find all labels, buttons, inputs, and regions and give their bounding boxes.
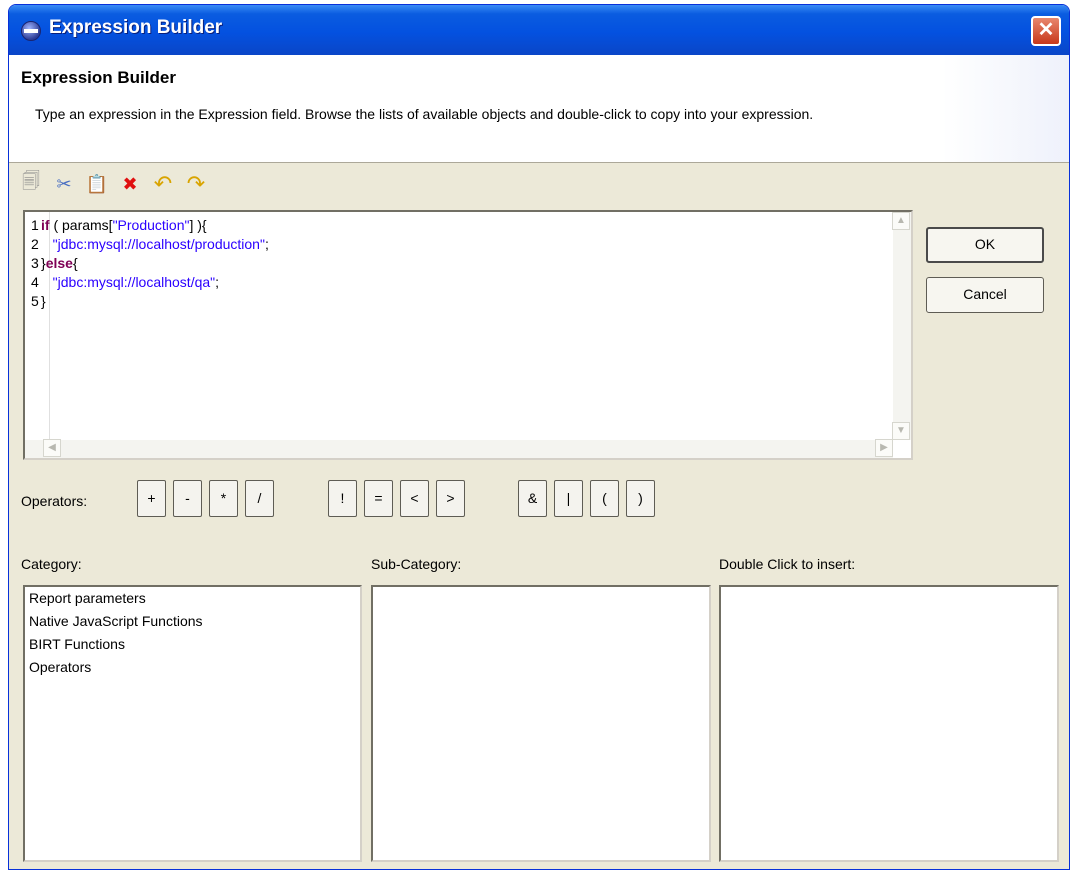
- code-line[interactable]: 3}else{: [31, 254, 269, 273]
- category-list[interactable]: Report parameters Native JavaScript Func…: [23, 585, 362, 862]
- list-item-report-parameters[interactable]: Report parameters: [25, 587, 360, 610]
- operator-greater-than-button[interactable]: >: [436, 480, 465, 517]
- insert-list[interactable]: [719, 585, 1059, 862]
- code-string: "Production": [112, 217, 190, 233]
- app-icon: [21, 21, 41, 41]
- paste-icon[interactable]: 📋: [85, 172, 109, 196]
- vertical-scrollbar[interactable]: ▲ ▼: [892, 212, 911, 440]
- code-text-segment: }: [41, 293, 46, 309]
- code-text-segment: ( params[: [49, 217, 113, 233]
- operator-less-than-button[interactable]: <: [400, 480, 429, 517]
- dialog-header: Expression Builder Type an expression in…: [9, 55, 1069, 163]
- operator-multiply-button[interactable]: *: [209, 480, 238, 517]
- code-text-segment: [41, 274, 53, 290]
- header-title: Expression Builder: [21, 68, 176, 87]
- operator-divide-button[interactable]: /: [245, 480, 274, 517]
- scroll-left-button[interactable]: ◀: [43, 439, 61, 457]
- code-line[interactable]: 1 if ( params["Production"] ){: [31, 216, 269, 235]
- editor-toolbar: 🗐 ✂ 📋 ✖ ↶ ↷: [19, 171, 208, 198]
- window-title: Expression Builder: [49, 17, 223, 38]
- line-number: 4: [31, 274, 39, 290]
- operator-and-button[interactable]: &: [518, 480, 547, 517]
- code-string: "jdbc:mysql://localhost/production": [52, 236, 265, 252]
- horizontal-scrollbar[interactable]: ◀ ▶: [25, 439, 893, 458]
- scroll-down-button[interactable]: ▼: [892, 422, 910, 440]
- code-keyword: if: [41, 217, 50, 233]
- cancel-button[interactable]: Cancel: [926, 277, 1044, 313]
- code-string: "jdbc:mysql://localhost/qa": [52, 274, 216, 290]
- operators-label: Operators:: [21, 493, 88, 509]
- copy-icon[interactable]: 🗐: [19, 171, 43, 196]
- code-keyword: else: [45, 255, 73, 271]
- scroll-up-button[interactable]: ▲: [892, 212, 910, 230]
- delete-icon[interactable]: ✖: [118, 172, 142, 196]
- code-text-segment: ] ){: [189, 217, 207, 233]
- category-label: Category:: [21, 556, 82, 572]
- code-text-segment: ;: [264, 236, 269, 252]
- list-item-native-javascript-functions[interactable]: Native JavaScript Functions: [25, 610, 360, 633]
- undo-icon[interactable]: ↶: [151, 171, 175, 196]
- code-text-segment: {: [72, 255, 78, 271]
- list-item-birt-functions[interactable]: BIRT Functions: [25, 633, 360, 656]
- expression-builder-dialog: Expression Builder ✕ Expression Builder …: [8, 4, 1070, 870]
- line-number: 1: [31, 217, 39, 233]
- operator-open-paren-button[interactable]: (: [590, 480, 619, 517]
- line-number: 5: [31, 293, 39, 309]
- cut-icon[interactable]: ✂: [52, 172, 76, 196]
- expression-editor[interactable]: 1 if ( params["Production"] ){2 "jdbc:mys…: [23, 210, 913, 460]
- code-text-segment: [41, 236, 53, 252]
- insert-label: Double Click to insert:: [719, 556, 856, 572]
- operator-close-paren-button[interactable]: ): [626, 480, 655, 517]
- code-line[interactable]: 5}: [31, 292, 269, 311]
- operator-plus-button[interactable]: +: [137, 480, 166, 517]
- operator-not-button[interactable]: !: [328, 480, 357, 517]
- title-bar[interactable]: Expression Builder ✕: [9, 5, 1069, 55]
- line-number: 3: [31, 255, 39, 271]
- operator-equals-button[interactable]: =: [364, 480, 393, 517]
- operator-minus-button[interactable]: -: [173, 480, 202, 517]
- header-description: Type an expression in the Expression fie…: [35, 106, 814, 122]
- ok-button[interactable]: OK: [926, 227, 1044, 263]
- code-line[interactable]: 4 "jdbc:mysql://localhost/qa";: [31, 273, 269, 292]
- line-number: 2: [31, 236, 39, 252]
- subcategory-label: Sub-Category:: [371, 556, 462, 572]
- code-line[interactable]: 2 "jdbc:mysql://localhost/production";: [31, 235, 269, 254]
- code-text-segment: ;: [215, 274, 220, 290]
- close-button[interactable]: ✕: [1031, 16, 1061, 46]
- list-item-operators[interactable]: Operators: [25, 656, 360, 679]
- scroll-right-button[interactable]: ▶: [875, 439, 893, 457]
- subcategory-list[interactable]: [371, 585, 711, 862]
- redo-icon[interactable]: ↷: [184, 171, 208, 196]
- code-text[interactable]: 1 if ( params["Production"] ){2 "jdbc:mys…: [31, 216, 269, 311]
- operator-or-button[interactable]: |: [554, 480, 583, 517]
